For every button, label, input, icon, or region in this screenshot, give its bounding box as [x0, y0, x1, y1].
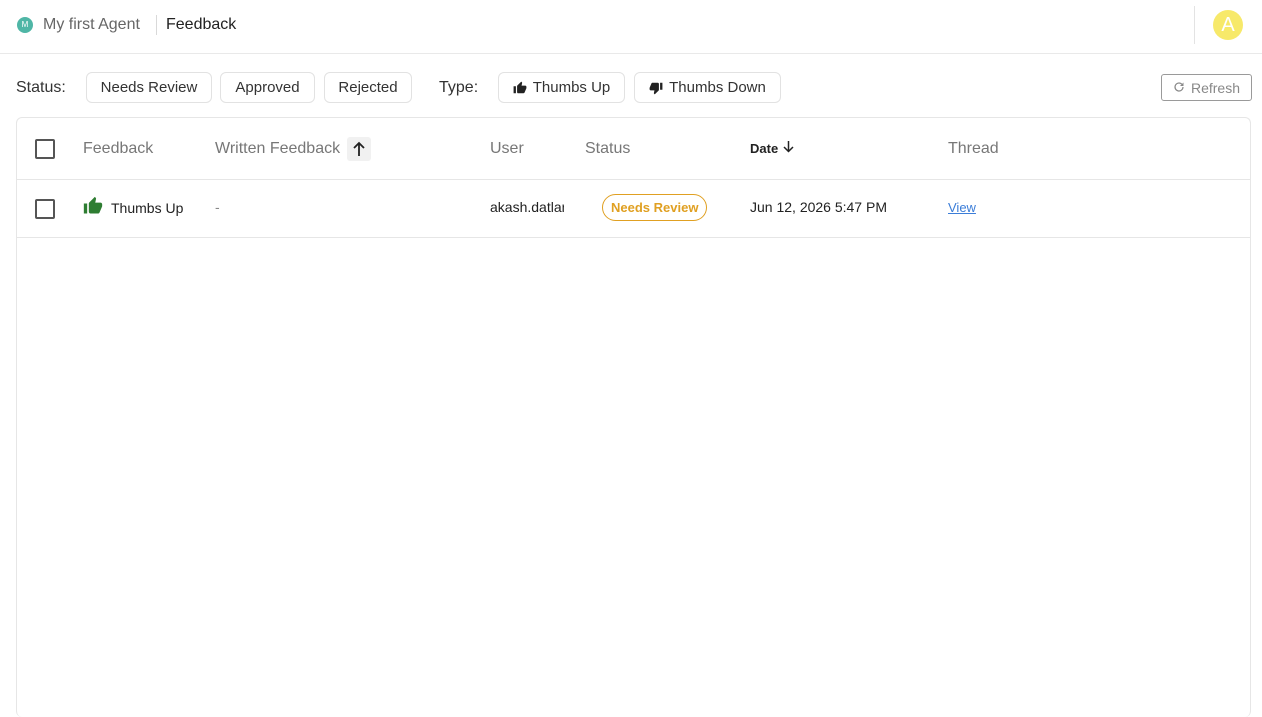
table-row: Thumbs Up - akash.datlani Needs Review J… — [17, 180, 1250, 238]
view-thread-link[interactable]: View — [948, 200, 976, 215]
select-all-checkbox[interactable] — [35, 139, 55, 159]
row-checkbox[interactable] — [35, 199, 55, 219]
column-label: Date — [750, 140, 779, 156]
type-filter-label: Type: — [439, 79, 479, 96]
date-cell: Jun 12, 2026 5:47 PM — [750, 199, 887, 215]
header-divider — [1194, 6, 1195, 44]
thumbs-down-icon — [649, 81, 663, 95]
feedback-cell: Thumbs Up — [83, 196, 183, 219]
type-filter-thumbs-down[interactable]: Thumbs Down — [634, 72, 781, 103]
status-badge: Needs Review — [602, 194, 708, 221]
breadcrumb-agent-name[interactable]: My first Agent — [43, 16, 140, 34]
table-header: Feedback Written Feedback User Status Da… — [17, 118, 1250, 180]
chip-label: Approved — [235, 79, 300, 96]
feedback-table: Feedback Written Feedback User Status Da… — [16, 117, 1251, 717]
sort-descending-icon[interactable] — [783, 140, 794, 156]
sort-ascending-icon[interactable] — [346, 137, 371, 161]
column-header-date[interactable]: Date — [750, 140, 794, 156]
refresh-button[interactable]: Refresh — [1161, 74, 1252, 101]
status-filter-needs-review[interactable]: Needs Review — [86, 72, 212, 103]
agent-avatar: M — [17, 17, 33, 33]
feedback-label: Thumbs Up — [111, 199, 184, 216]
column-header-thread[interactable]: Thread — [948, 140, 999, 158]
status-filter-approved[interactable]: Approved — [220, 72, 315, 103]
page-title: Feedback — [166, 16, 237, 33]
status-filter-rejected[interactable]: Rejected — [324, 72, 412, 103]
breadcrumb-separator — [156, 15, 157, 35]
column-header-feedback[interactable]: Feedback — [83, 140, 153, 158]
chip-label: Thumbs Up — [532, 79, 611, 96]
column-header-user[interactable]: User — [490, 140, 524, 158]
status-filter-label: Status: — [16, 79, 66, 96]
refresh-icon — [1173, 80, 1185, 96]
user-cell: akash.datlani — [490, 199, 564, 215]
chip-label: Thumbs Down — [669, 79, 766, 96]
user-avatar[interactable]: A — [1213, 10, 1243, 40]
column-label: Written Feedback — [215, 140, 341, 158]
column-header-status[interactable]: Status — [585, 140, 630, 158]
refresh-label: Refresh — [1190, 79, 1241, 96]
thread-cell: View — [948, 199, 976, 215]
thumbs-up-icon — [513, 81, 527, 95]
chip-label: Rejected — [338, 79, 398, 96]
written-feedback-cell: - — [215, 199, 220, 215]
type-filter-thumbs-up[interactable]: Thumbs Up — [498, 72, 625, 103]
column-header-written-feedback[interactable]: Written Feedback — [215, 137, 371, 161]
chip-label: Needs Review — [100, 79, 198, 96]
top-bar: M My first Agent Feedback A — [0, 0, 1262, 54]
thumbs-up-icon — [83, 196, 103, 219]
